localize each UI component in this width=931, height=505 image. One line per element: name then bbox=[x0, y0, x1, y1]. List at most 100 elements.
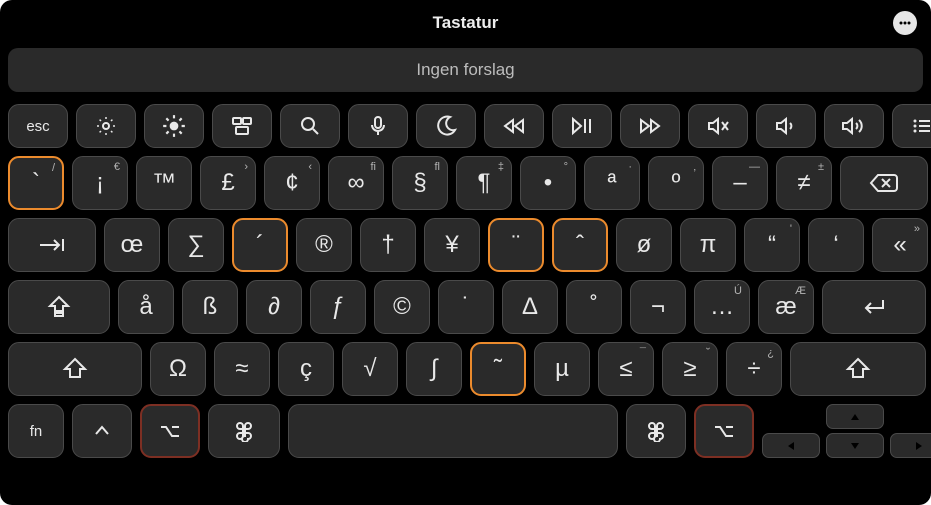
delete-key[interactable] bbox=[840, 156, 928, 210]
shift-left-key[interactable] bbox=[8, 342, 142, 396]
row4-key-4[interactable]: ∫ bbox=[406, 342, 462, 396]
key-main-label: † bbox=[381, 233, 394, 257]
arrow-down-key[interactable] bbox=[826, 433, 884, 458]
key-main-label: ≥ bbox=[683, 357, 696, 381]
row1-key-0[interactable]: `/ bbox=[8, 156, 64, 210]
more-options-icon[interactable] bbox=[893, 11, 917, 35]
row4-key-7[interactable]: ≤¯ bbox=[598, 342, 654, 396]
dictation-mic-icon[interactable] bbox=[348, 104, 408, 148]
row4-key-8[interactable]: ≥˘ bbox=[662, 342, 718, 396]
caps-lock-key[interactable] bbox=[8, 280, 110, 334]
row4-key-5[interactable]: ˜ bbox=[470, 342, 526, 396]
row2-key-8[interactable]: ø bbox=[616, 218, 672, 272]
row3-key-5[interactable]: ˙ bbox=[438, 280, 494, 334]
option-left-key[interactable] bbox=[140, 404, 200, 458]
row2-key-6[interactable]: ¨ bbox=[488, 218, 544, 272]
control-key[interactable] bbox=[72, 404, 132, 458]
row1-key-1[interactable]: ¡€ bbox=[72, 156, 128, 210]
volume-up-icon[interactable] bbox=[824, 104, 884, 148]
key-main-label: ≤ bbox=[619, 357, 632, 381]
tab-key[interactable] bbox=[8, 218, 96, 272]
keyboard: esc `/¡€™£›¢‹∞fi§fl¶‡•°ª·º‚–—≠± œ∑´®†¥¨ˆ… bbox=[8, 104, 923, 458]
row3-key-2[interactable]: ∂ bbox=[246, 280, 302, 334]
row1-key-10[interactable]: º‚ bbox=[648, 156, 704, 210]
key-alt-label: € bbox=[114, 161, 120, 173]
row2-key-12[interactable]: «» bbox=[872, 218, 928, 272]
spacebar[interactable] bbox=[288, 404, 618, 458]
row3-key-8[interactable]: ¬ bbox=[630, 280, 686, 334]
command-right-key[interactable] bbox=[626, 404, 686, 458]
key-main-label: ® bbox=[315, 233, 333, 257]
row-4: Ω≈ç√∫˜µ≤¯≥˘÷¿ bbox=[8, 342, 923, 396]
list-icon[interactable] bbox=[892, 104, 931, 148]
arrow-left-key[interactable] bbox=[762, 433, 820, 458]
arrow-key-cluster bbox=[762, 404, 931, 458]
close-icon[interactable] bbox=[14, 12, 36, 34]
shift-right-key[interactable] bbox=[790, 342, 926, 396]
row4-key-6[interactable]: µ bbox=[534, 342, 590, 396]
row-3: å ß ∂ ƒ©˙ ∆ ˚¬…ÚæÆ bbox=[8, 280, 923, 334]
spotlight-search-icon[interactable] bbox=[280, 104, 340, 148]
mute-icon[interactable] bbox=[688, 104, 748, 148]
row2-key-2[interactable]: ´ bbox=[232, 218, 288, 272]
rewind-icon[interactable] bbox=[484, 104, 544, 148]
brightness-up-icon[interactable] bbox=[144, 104, 204, 148]
row1-key-8[interactable]: •° bbox=[520, 156, 576, 210]
option-right-key[interactable] bbox=[694, 404, 754, 458]
row2-key-11[interactable]: ‘ bbox=[808, 218, 864, 272]
row1-key-7[interactable]: ¶‡ bbox=[456, 156, 512, 210]
row4-key-0[interactable]: Ω bbox=[150, 342, 206, 396]
mission-control-icon[interactable] bbox=[212, 104, 272, 148]
row4-key-9[interactable]: ÷¿ bbox=[726, 342, 782, 396]
row4-key-2[interactable]: ç bbox=[278, 342, 334, 396]
row2-key-9[interactable]: π bbox=[680, 218, 736, 272]
key-main-label: ∆ bbox=[523, 295, 538, 319]
brightness-down-icon[interactable] bbox=[76, 104, 136, 148]
key-main-label: ∞ bbox=[347, 171, 364, 195]
row2-key-4[interactable]: † bbox=[360, 218, 416, 272]
key-main-label: ™ bbox=[152, 171, 176, 195]
key-main-label: ª bbox=[608, 171, 617, 195]
row4-key-1[interactable]: ≈ bbox=[214, 342, 270, 396]
row3-key-6[interactable]: ∆ bbox=[502, 280, 558, 334]
row1-key-5[interactable]: ∞fi bbox=[328, 156, 384, 210]
row3-key-3[interactable]: ƒ bbox=[310, 280, 366, 334]
key-main-label: ¡ bbox=[96, 171, 104, 195]
fn-row: esc bbox=[8, 104, 923, 148]
key-main-label: « bbox=[893, 233, 906, 257]
row2-key-0[interactable]: œ bbox=[104, 218, 160, 272]
row2-key-10[interactable]: “' bbox=[744, 218, 800, 272]
volume-down-icon[interactable] bbox=[756, 104, 816, 148]
play-pause-icon[interactable] bbox=[552, 104, 612, 148]
row3-key-7[interactable]: ˚ bbox=[566, 280, 622, 334]
return-key[interactable] bbox=[822, 280, 926, 334]
row3-key-10[interactable]: æÆ bbox=[758, 280, 814, 334]
row4-key-3[interactable]: √ bbox=[342, 342, 398, 396]
row1-key-4[interactable]: ¢‹ bbox=[264, 156, 320, 210]
row3-key-0[interactable]: å bbox=[118, 280, 174, 334]
row3-key-1[interactable]: ß bbox=[182, 280, 238, 334]
row3-key-4[interactable]: © bbox=[374, 280, 430, 334]
fast-forward-icon[interactable] bbox=[620, 104, 680, 148]
row1-key-12[interactable]: ≠± bbox=[776, 156, 832, 210]
row2-key-3[interactable]: ® bbox=[296, 218, 352, 272]
key-main-label: ∂ bbox=[268, 295, 280, 319]
row1-key-11[interactable]: –— bbox=[712, 156, 768, 210]
minimize-icon[interactable] bbox=[54, 12, 76, 34]
row2-key-1[interactable]: ∑ bbox=[168, 218, 224, 272]
row1-key-6[interactable]: §fl bbox=[392, 156, 448, 210]
key-main-label: å bbox=[139, 295, 152, 319]
row3-key-9[interactable]: …Ú bbox=[694, 280, 750, 334]
row1-key-9[interactable]: ª· bbox=[584, 156, 640, 210]
row1-key-2[interactable]: ™ bbox=[136, 156, 192, 210]
row2-key-5[interactable]: ¥ bbox=[424, 218, 480, 272]
row2-key-7[interactable]: ˆ bbox=[552, 218, 608, 272]
esc-key[interactable]: esc bbox=[8, 104, 68, 148]
fn-key[interactable]: fn bbox=[8, 404, 64, 458]
command-left-key[interactable] bbox=[208, 404, 280, 458]
arrow-up-key[interactable] bbox=[826, 404, 884, 429]
row1-key-3[interactable]: £› bbox=[200, 156, 256, 210]
arrow-right-key[interactable] bbox=[890, 433, 931, 458]
do-not-disturb-icon[interactable] bbox=[416, 104, 476, 148]
key-main-label: ¢ bbox=[285, 171, 298, 195]
